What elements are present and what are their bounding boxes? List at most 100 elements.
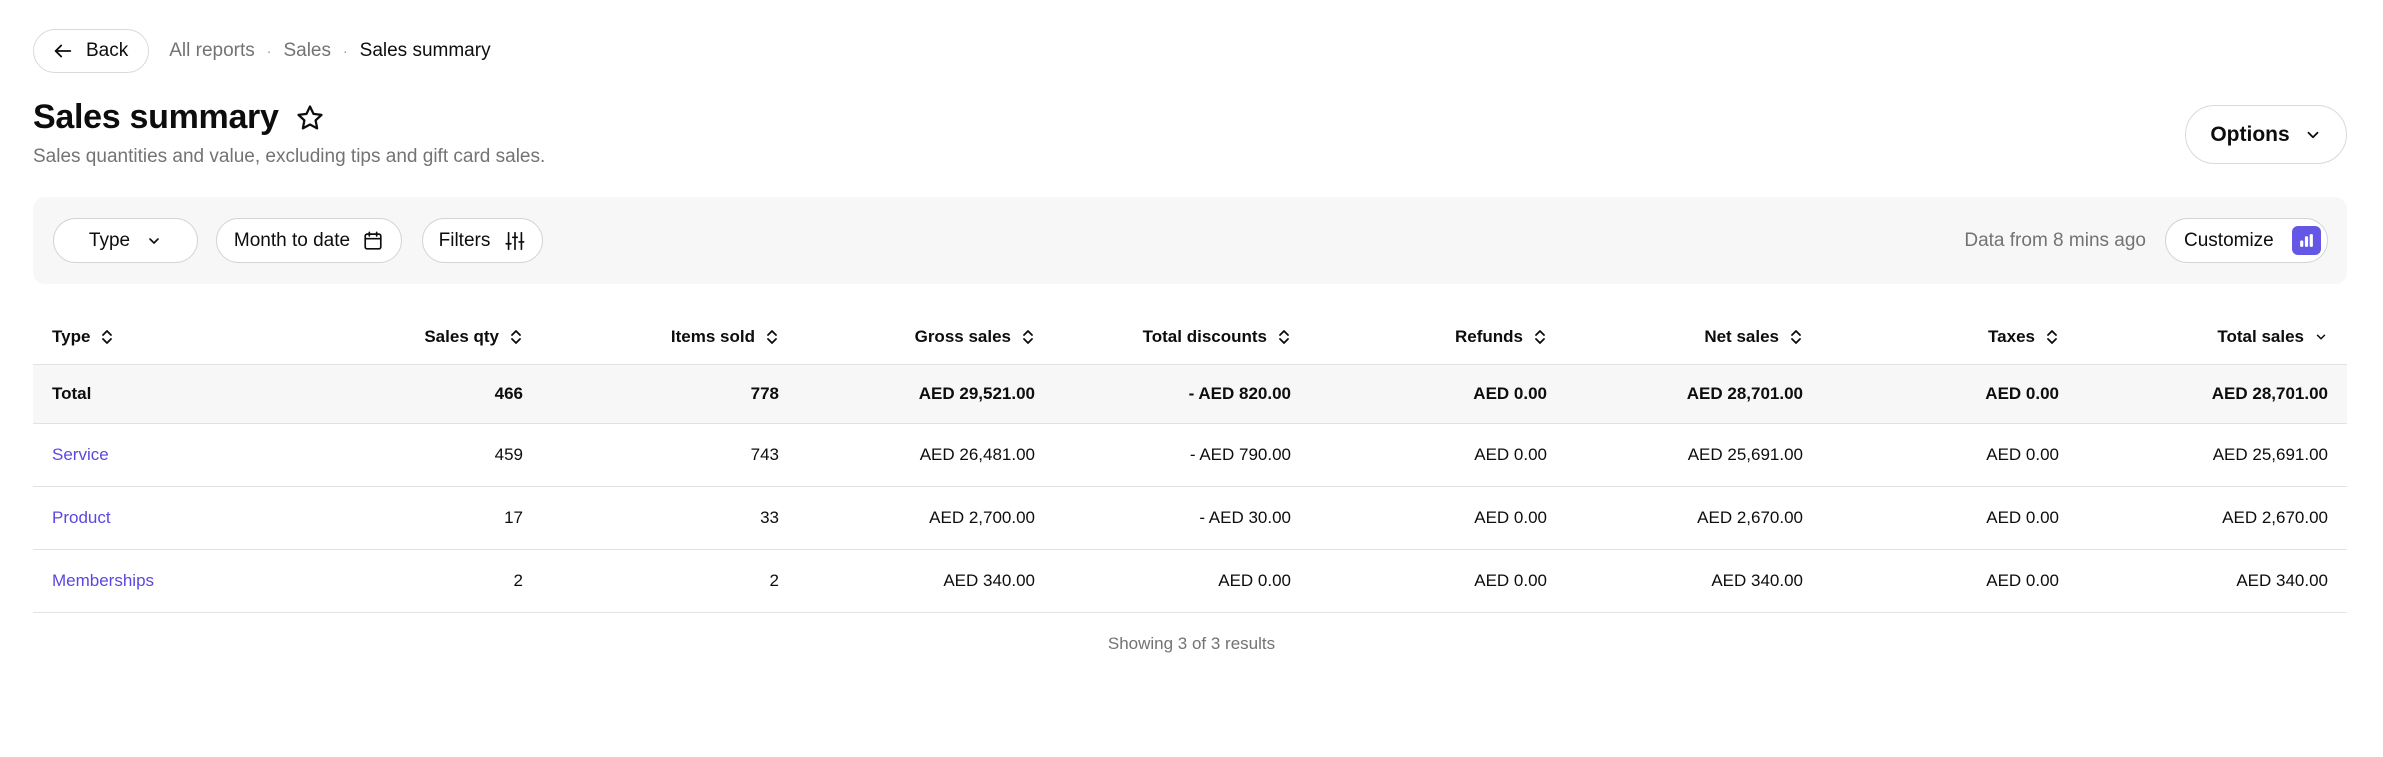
options-button[interactable]: Options [2185, 105, 2347, 164]
cell-type: Total [52, 384, 92, 403]
cell-taxes: AED 0.00 [1985, 384, 2059, 403]
column-header-net-sales[interactable]: Net sales [1566, 327, 1822, 347]
sort-icon [511, 329, 521, 344]
cell-refunds: AED 0.00 [1473, 384, 1547, 403]
sort-icon [1535, 329, 1545, 344]
date-range-label: Month to date [233, 229, 351, 251]
column-header-label: Taxes [1988, 326, 2035, 346]
sliders-icon [505, 231, 525, 250]
cell-taxes: AED 0.00 [1986, 508, 2059, 527]
cell-refunds: AED 0.00 [1474, 508, 1547, 527]
cell-total-sales: AED 340.00 [2236, 571, 2328, 590]
cell-gross-sales: AED 340.00 [943, 571, 1035, 590]
arrow-left-icon [54, 44, 72, 58]
type-filter-label: Type [88, 229, 131, 251]
customize-label: Customize [2184, 229, 2274, 251]
column-header-label: Total discounts [1142, 326, 1267, 346]
row-link-memberships[interactable]: Memberships [33, 571, 286, 591]
cell-taxes: AED 0.00 [1986, 445, 2059, 464]
star-icon[interactable] [295, 103, 325, 133]
page-subtitle: Sales quantities and value, excluding ti… [33, 146, 546, 167]
chevron-down-icon [149, 237, 159, 244]
column-header-label: Net sales [1704, 326, 1779, 346]
cell-total-discounts: - AED 820.00 [1188, 384, 1291, 403]
cell-refunds: AED 0.00 [1474, 445, 1547, 464]
cell-taxes: AED 0.00 [1986, 571, 2059, 590]
column-header-gross-sales[interactable]: Gross sales [798, 327, 1054, 347]
filters-button[interactable]: Filters [422, 218, 543, 263]
cell-sales-qty: 2 [513, 571, 523, 590]
cell-total-discounts: AED 0.00 [1218, 571, 1291, 590]
page-title: Sales summary [33, 98, 279, 136]
title-row: Sales summary [33, 98, 325, 137]
cell-sales-qty: 459 [494, 445, 523, 464]
cell-sales-qty: 17 [504, 508, 523, 527]
table-row: Memberships 2 2 AED 340.00 AED 0.00 AED … [33, 550, 2347, 613]
cell-items-sold: 778 [750, 384, 779, 403]
column-header-label: Refunds [1455, 326, 1523, 346]
breadcrumb-separator: · [342, 43, 348, 59]
column-header-label: Type [52, 326, 91, 346]
sort-icon [102, 329, 113, 344]
top-nav: Back All reports · Sales · Sales summary [33, 29, 491, 73]
cell-items-sold: 33 [760, 508, 779, 527]
breadcrumb-separator: · [266, 43, 272, 59]
chevron-down-icon [2307, 131, 2319, 138]
sales-summary-table: Type Sales qty Items sold Gross sales To… [33, 309, 2347, 613]
cell-total-sales: AED 2,670.00 [2222, 508, 2328, 527]
breadcrumb-all-reports[interactable]: All reports [169, 40, 255, 62]
cell-total-sales: AED 28,701.00 [2211, 384, 2328, 403]
back-label: Back [86, 40, 129, 61]
sort-icon [767, 329, 777, 344]
back-button[interactable]: Back [33, 29, 150, 73]
cell-total-sales: AED 25,691.00 [2212, 445, 2328, 464]
results-count: Showing 3 of 3 results [1107, 634, 1276, 653]
column-header-label: Gross sales [914, 326, 1011, 346]
data-freshness-text: Data from 8 mins ago [1964, 230, 2146, 251]
calendar-icon [364, 230, 382, 250]
bar-chart-icon [2292, 226, 2321, 255]
column-header-type[interactable]: Type [33, 327, 286, 347]
cell-net-sales: AED 28,701.00 [1686, 384, 1803, 403]
table-row: Product 17 33 AED 2,700.00 - AED 30.00 A… [33, 487, 2347, 550]
sort-icon [2047, 329, 2057, 344]
filter-bar: Type Month to date Filters Data from 8 m… [33, 197, 2347, 284]
breadcrumb-current: Sales summary [359, 40, 491, 61]
cell-refunds: AED 0.00 [1474, 571, 1547, 590]
cell-gross-sales: AED 26,481.00 [919, 445, 1035, 464]
sort-icon [1023, 329, 1033, 344]
column-header-taxes[interactable]: Taxes [1822, 327, 2078, 347]
cell-gross-sales: AED 29,521.00 [918, 384, 1035, 403]
filters-label: Filters [438, 229, 491, 251]
cell-net-sales: AED 2,670.00 [1697, 508, 1803, 527]
column-header-refunds[interactable]: Refunds [1310, 327, 1566, 347]
column-header-total-sales[interactable]: Total sales [2078, 327, 2347, 347]
table-header: Type Sales qty Items sold Gross sales To… [33, 309, 2347, 365]
cell-net-sales: AED 25,691.00 [1687, 445, 1803, 464]
cell-items-sold: 743 [750, 445, 779, 464]
column-header-label: Items sold [670, 326, 755, 346]
breadcrumb: All reports · Sales · Sales summary [169, 40, 490, 62]
type-filter-dropdown[interactable]: Type [53, 218, 198, 263]
column-header-total-discounts[interactable]: Total discounts [1054, 327, 1310, 347]
table-row: Service 459 743 AED 26,481.00 - AED 790.… [33, 424, 2347, 487]
column-header-items-sold[interactable]: Items sold [542, 327, 798, 347]
date-range-button[interactable]: Month to date [216, 218, 402, 263]
cell-gross-sales: AED 2,700.00 [929, 508, 1035, 527]
row-link-service[interactable]: Service [33, 445, 286, 465]
cell-total-discounts: - AED 30.00 [1199, 508, 1291, 527]
total-row: Total 466 778 AED 29,521.00 - AED 820.00… [33, 365, 2347, 424]
column-header-label: Total sales [2217, 326, 2304, 346]
customize-button[interactable]: Customize [2165, 218, 2328, 263]
column-header-label: Sales qty [424, 326, 499, 346]
chevron-down-icon [2316, 333, 2326, 340]
options-label: Options [2210, 122, 2290, 146]
row-link-product[interactable]: Product [33, 508, 286, 528]
sort-icon [1791, 329, 1801, 344]
sort-icon [1279, 329, 1289, 344]
breadcrumb-sales[interactable]: Sales [283, 40, 331, 62]
cell-items-sold: 2 [769, 571, 779, 590]
cell-net-sales: AED 340.00 [1711, 571, 1803, 590]
cell-total-discounts: - AED 790.00 [1189, 445, 1291, 464]
column-header-sales-qty[interactable]: Sales qty [286, 327, 542, 347]
